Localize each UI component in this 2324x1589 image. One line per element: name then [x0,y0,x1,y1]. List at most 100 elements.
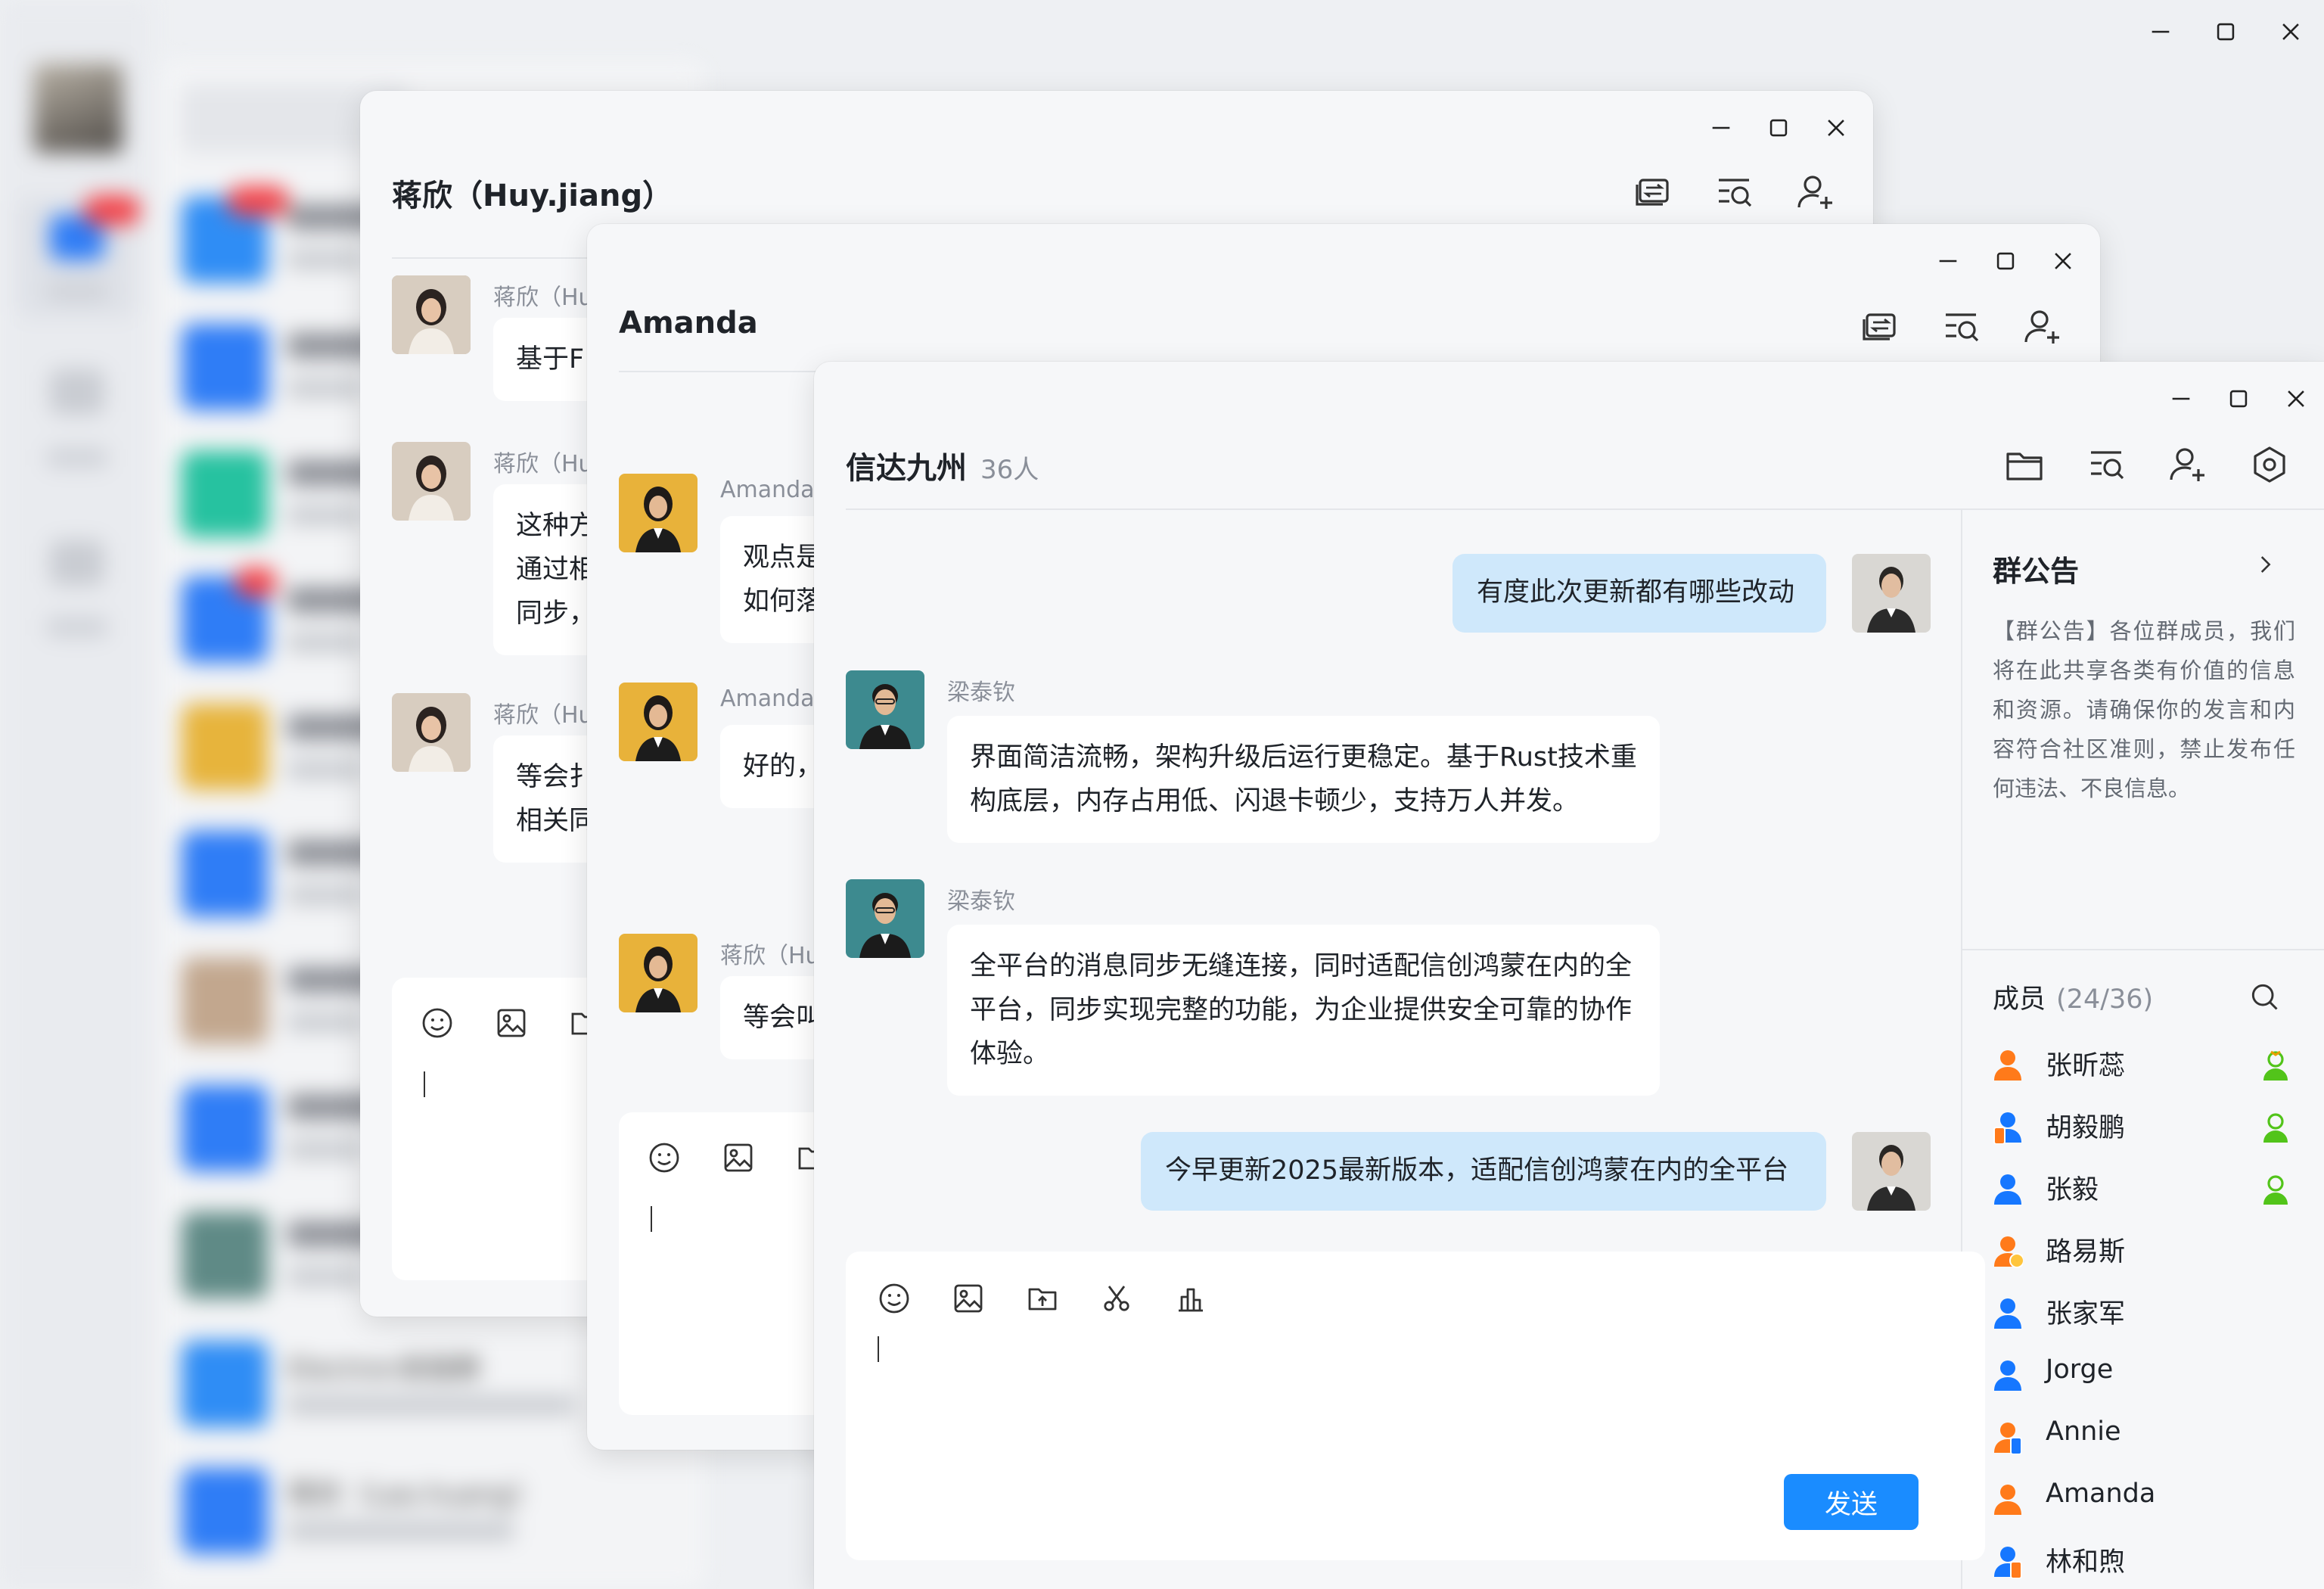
avatar-amanda[interactable] [619,683,698,761]
close-button[interactable] [1819,110,1853,145]
avatar-me[interactable] [1852,1132,1931,1211]
minimize-icon [1712,126,1730,129]
window-controls [1931,244,2080,278]
message-bubble[interactable]: 界面简洁流畅，架构升级后运行更稳定。基于Rust技术重 构底层，内存占用低、闪退… [947,716,1660,843]
group-files-button[interactable] [2003,443,2046,486]
image-button[interactable] [720,1140,757,1176]
member-item[interactable]: Annie [1993,1415,2295,1463]
person-orange-icon [1994,1485,2021,1515]
image-button[interactable] [493,1005,530,1041]
list-item-icon[interactable] [182,1468,268,1554]
list-item-avatar[interactable] [182,958,268,1044]
announcement-text: 【群公告】各位群成员，我们将在此共享各类有价值的信息和资源。请确保你的发言和内容… [1993,618,2295,801]
member-item[interactable]: 张昕蕊 [1993,1043,2295,1091]
minimize-button[interactable] [1931,244,1965,278]
member-search-button[interactable] [2245,978,2283,1015]
list-item-icon[interactable] [182,1341,268,1427]
maximize-button[interactable] [2221,381,2256,416]
search-history-button[interactable] [2085,443,2127,486]
minimize-button[interactable] [2142,14,2179,50]
maximize-button[interactable] [1988,244,2023,278]
member-item[interactable]: 张毅 [1993,1167,2295,1215]
member-item[interactable]: 胡毅鹏 [1993,1105,2295,1153]
add-user-icon [1797,176,1832,209]
add-member-button[interactable] [2167,443,2209,486]
message-bubble-mine[interactable]: 今早更新2025最新版本，适配信创鸿蒙在内的全平台 [1141,1132,1826,1211]
chat-history-button[interactable] [1858,306,1900,348]
avatar-liang[interactable] [846,879,924,958]
avatar-jiang[interactable] [392,275,471,354]
contacts-icon[interactable] [50,369,104,415]
close-button[interactable] [2273,14,2309,50]
user-avatar[interactable] [33,64,123,153]
minimize-icon [2152,30,2170,33]
close-button[interactable] [2279,381,2313,416]
message-bubble-mine[interactable]: 有度此次更新都有哪些改动 [1452,554,1826,633]
add-member-button[interactable] [1794,171,1837,213]
woman-avatar-icon [392,693,471,772]
list-item-icon[interactable] [182,451,268,537]
avatar-amanda[interactable] [619,474,698,552]
person-orange-away-icon [1994,1236,2023,1268]
workspace-icon[interactable] [50,540,104,586]
list-item-icon[interactable] [182,831,268,917]
image-icon [954,1284,983,1313]
screenshot-button[interactable] [1098,1280,1135,1317]
file-upload-button[interactable] [1024,1280,1061,1317]
group-settings-button[interactable] [2248,443,2291,486]
member-item[interactable]: 林和煦 [1993,1539,2295,1587]
maximize-icon [2217,23,2235,41]
chat-title: Amanda [619,306,758,340]
close-button[interactable] [2046,244,2080,278]
maximize-button[interactable] [2207,14,2244,50]
emoji-button[interactable] [876,1280,912,1317]
list-item-avatar[interactable] [182,704,268,790]
chat-window-group: 信达九州 36人 有度此次更新都有哪些改动 梁泰钦 界面简洁流畅，架构升级后运行更… [814,362,2324,1589]
list-item-title: 蒋欣（Lao.huang） [287,1479,539,1510]
man-avatar-icon [1852,554,1931,633]
man-avatar-icon [846,670,924,749]
chat-toolbar [1631,171,1837,213]
minimize-button[interactable] [1704,110,1738,145]
list-item-icon[interactable] [182,1085,268,1171]
member-item[interactable]: Amanda [1993,1477,2295,1525]
settings-hexagon-icon [2254,446,2285,483]
avatar-amanda[interactable] [619,934,698,1012]
nav-label [47,617,107,637]
emoji-button[interactable] [419,1005,455,1041]
chat-history-button[interactable] [1631,171,1673,213]
list-item-avatar[interactable] [182,1212,268,1298]
avatar-jiang[interactable] [392,693,471,772]
emoji-icon [422,1008,452,1038]
minimize-button[interactable] [2164,381,2198,416]
switch-chat-icon [1863,313,1896,340]
member-item[interactable]: 路易斯 [1993,1229,2295,1277]
person-blue-icon [1994,1298,2021,1329]
add-member-button[interactable] [2021,306,2064,348]
maximize-icon [1769,119,1788,137]
group-name: 信达九州 [846,451,967,486]
announcement-title: 群公告 [1993,555,2080,588]
search-history-button[interactable] [1713,171,1755,213]
list-item-icon[interactable] [182,324,268,410]
avatar-me[interactable] [1852,554,1931,633]
emoji-button[interactable] [646,1140,682,1176]
message-bubble[interactable]: 全平台的消息同步无缝连接，同时适配信创鸿蒙在内的全 平台，同步实现完整的功能，为… [947,925,1660,1096]
member-item[interactable]: 张家军 [1993,1291,2295,1339]
man-avatar-icon [1852,1132,1931,1211]
image-button[interactable] [950,1280,986,1317]
member-item[interactable]: Jorge [1993,1353,2295,1401]
main-window-controls [2142,14,2309,50]
group-message-composer[interactable]: 发送 [846,1252,1985,1560]
maximize-button[interactable] [1761,110,1796,145]
vote-button[interactable] [1173,1280,1209,1317]
avatar-jiang[interactable] [392,442,471,521]
message-sender: 蒋欣（Hu [493,451,593,477]
send-button[interactable]: 发送 [1784,1474,1919,1530]
search-history-button[interactable] [1940,306,1982,348]
text-caret [878,1336,879,1362]
close-icon [1828,120,1844,136]
announcement-expand-button[interactable] [2248,548,2282,581]
avatar-liang[interactable] [846,670,924,749]
woman-avatar-icon [619,474,698,552]
